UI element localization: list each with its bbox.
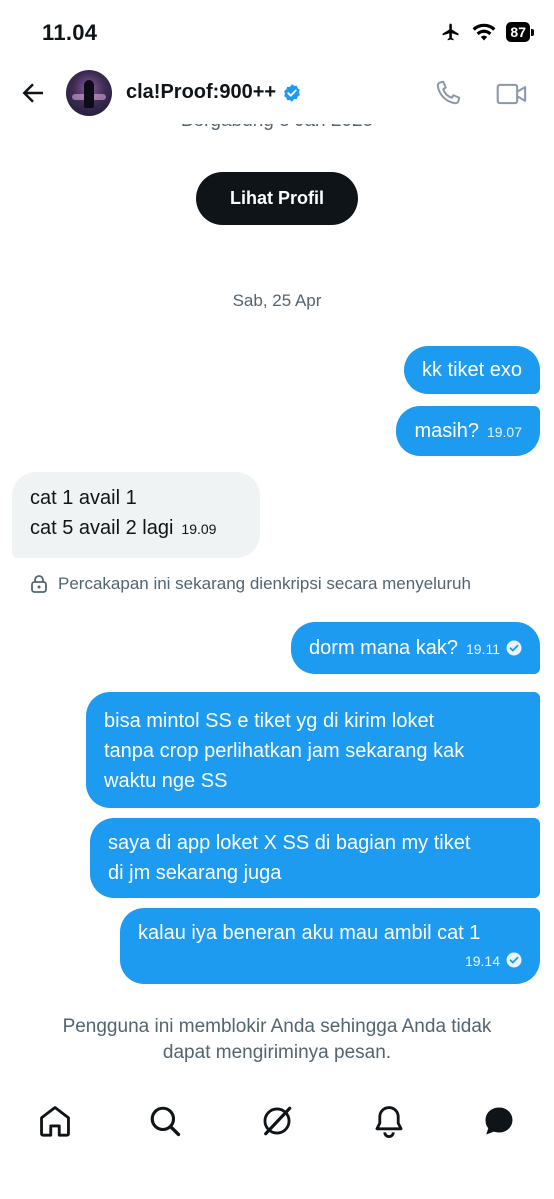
notifications-icon[interactable] (372, 1104, 406, 1138)
encryption-notice: Percakapan ini sekarang dienkripsi secar… (30, 574, 471, 594)
message-bubble-sent[interactable]: dorm mana kak? 19.11 (291, 622, 540, 674)
message-time: 19.11 (466, 641, 500, 657)
conversation-header: cla!Proof:900++ (0, 62, 554, 124)
blocked-notice: Pengguna ini memblokir Anda sehingga And… (20, 1014, 534, 1066)
contact-name-row[interactable]: cla!Proof:900++ (126, 81, 302, 104)
message-text: kk tiket exo (421, 359, 522, 381)
home-icon[interactable] (38, 1104, 72, 1138)
bottom-nav (0, 1090, 554, 1152)
message-time: 19.09 (181, 521, 217, 537)
read-receipt-icon (506, 640, 522, 656)
lock-icon (31, 575, 47, 593)
status-bar: 11.04 87 (0, 0, 554, 62)
battery-icon: 87 (506, 22, 534, 42)
message-text-line: bisa mintol SS e tiket yg di kirim loket (104, 710, 435, 732)
grok-icon[interactable] (260, 1104, 294, 1138)
date-separator: Sab, 25 Apr (232, 291, 322, 310)
message-text-line: cat 5 avail 2 lagi (30, 517, 174, 539)
search-icon[interactable] (148, 1104, 182, 1138)
message-bubble-sent[interactable]: saya di app loket X SS di bagian my tike… (90, 818, 540, 898)
contact-name: cla!Proof:900++ (126, 81, 277, 103)
back-arrow-icon[interactable] (18, 78, 48, 108)
message-text: masih? (414, 420, 479, 442)
message-text-line: di jm sekarang juga (108, 862, 282, 884)
message-bubble-sent[interactable]: bisa mintol SS e tiket yg di kirim loket… (86, 692, 540, 808)
view-profile-button[interactable]: Lihat Profil (196, 172, 358, 225)
blocked-notice-line: dapat mengiriminya pesan. (162, 1042, 392, 1063)
message-meta: 19.14 (465, 946, 522, 976)
message-text: kalau iya beneran aku mau ambil cat 1 (138, 922, 481, 944)
message-text: dorm mana kak? (309, 637, 458, 659)
avatar[interactable] (66, 70, 112, 116)
message-bubble-sent[interactable]: masih? 19.07 (396, 406, 540, 456)
blocked-notice-line: Pengguna ini memblokir Anda sehingga And… (62, 1016, 492, 1037)
message-time: 19.14 (464, 953, 500, 969)
message-bubble-sent[interactable]: kk tiket exo (403, 346, 540, 394)
wifi-icon (473, 23, 496, 41)
messages-icon[interactable] (482, 1104, 516, 1138)
status-icons: 87 (440, 22, 534, 42)
message-text-line: waktu nge SS (104, 770, 228, 792)
read-receipt-icon (506, 952, 522, 968)
verified-badge-icon (284, 83, 300, 102)
status-time: 11.04 (42, 20, 98, 45)
message-text-line: saya di app loket X SS di bagian my tike… (108, 832, 471, 854)
message-bubble-sent[interactable]: kalau iya beneran aku mau ambil cat 1 19… (120, 908, 540, 984)
message-text-line: cat 1 avail 1 (30, 487, 137, 509)
message-bubble-received[interactable]: cat 1 avail 1 cat 5 avail 2 lagi 19.09 (12, 472, 260, 558)
message-text-line: tanpa crop perlihatkan jam sekarang kak (104, 740, 465, 762)
phone-icon[interactable] (432, 79, 462, 109)
battery-level: 87 (506, 22, 530, 42)
video-icon[interactable] (496, 80, 528, 108)
message-time: 19.07 (486, 424, 522, 440)
airplane-icon (443, 23, 459, 41)
encryption-notice-text: Percakapan ini sekarang dienkripsi secar… (58, 574, 471, 593)
